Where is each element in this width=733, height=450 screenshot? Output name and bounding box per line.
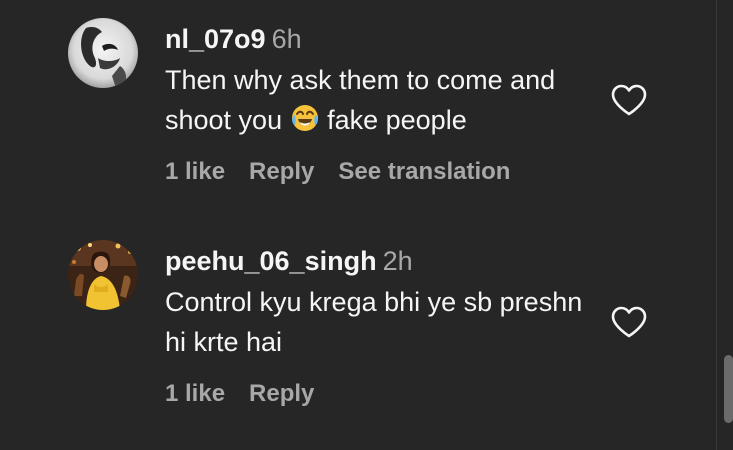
- heart-outline-icon[interactable]: [610, 305, 648, 339]
- likes-count[interactable]: 1 like: [165, 158, 225, 185]
- comment-actions: 1 like Reply See translation: [165, 157, 534, 187]
- reply-button[interactable]: Reply: [249, 380, 314, 407]
- comment-actions: 1 like Reply: [165, 379, 338, 409]
- scrollbar-thumb[interactable]: [724, 355, 733, 423]
- comment-text: Control kyu krega bhi ye sb preshn hi kr…: [165, 287, 583, 357]
- see-translation-button[interactable]: See translation: [338, 158, 510, 185]
- avatar[interactable]: [68, 18, 138, 88]
- timestamp[interactable]: 2h: [383, 246, 413, 276]
- timestamp[interactable]: 6h: [272, 24, 302, 54]
- avatar[interactable]: [68, 240, 138, 310]
- comment-text: Then why ask them to come and shoot you …: [165, 60, 595, 140]
- heart-outline-icon[interactable]: [610, 83, 648, 117]
- reply-button[interactable]: Reply: [249, 158, 314, 185]
- comment-text-part: fake people: [319, 105, 467, 135]
- comments-panel: nl_07o9 6h Then why ask them to come and …: [0, 0, 733, 450]
- face-with-tears-of-joy-icon: [291, 105, 318, 131]
- comment-header: peehu_06_singh 2h: [165, 244, 413, 278]
- username[interactable]: peehu_06_singh: [165, 246, 377, 276]
- username[interactable]: nl_07o9: [165, 24, 266, 54]
- likes-count[interactable]: 1 like: [165, 380, 225, 407]
- comment-header: nl_07o9 6h: [165, 22, 302, 56]
